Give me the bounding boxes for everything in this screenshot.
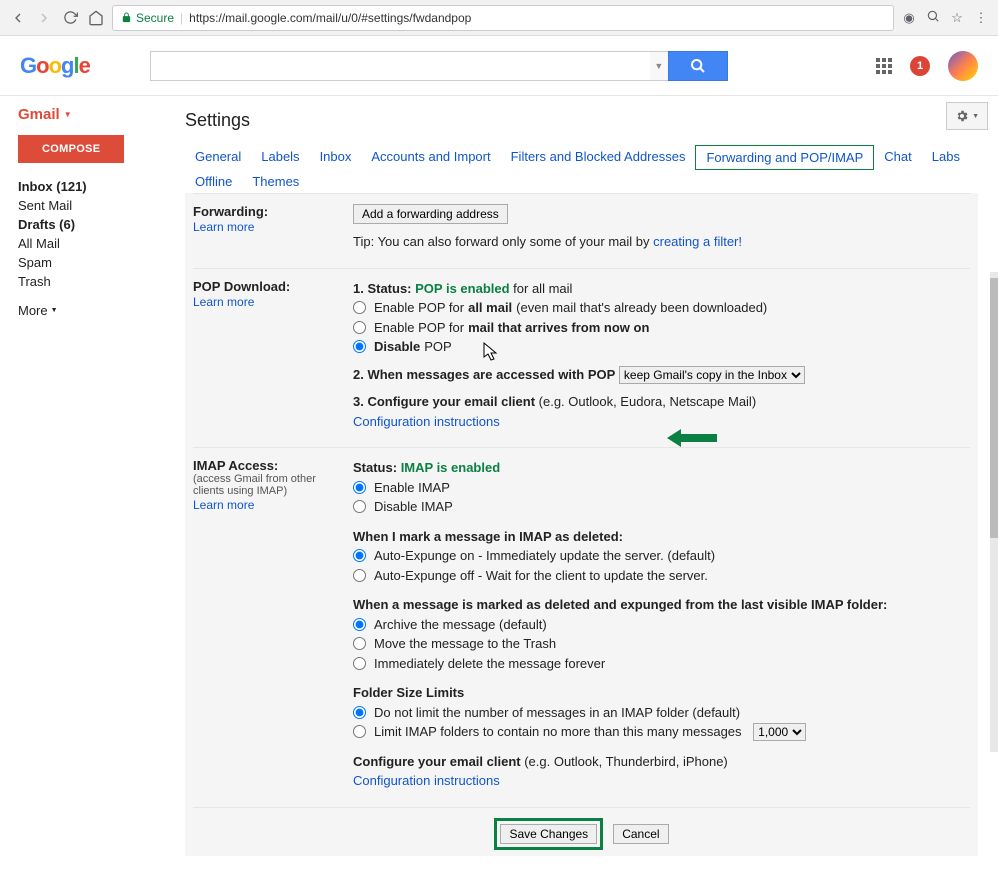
imap-radio-disable[interactable] [353, 500, 366, 513]
tab-general[interactable]: General [185, 145, 251, 170]
imap-title: IMAP Access: [193, 458, 339, 473]
search-button[interactable] [668, 51, 728, 81]
save-button[interactable]: Save Changes [500, 824, 597, 844]
star-icon[interactable]: ☆ [948, 10, 966, 26]
sidebar-item-spam[interactable]: Spam [18, 253, 165, 272]
sidebar-item-trash[interactable]: Trash [18, 272, 165, 291]
apps-icon[interactable] [876, 58, 892, 74]
imap-folder-heading: Folder Size Limits [353, 683, 970, 703]
tab-offline[interactable]: Offline [185, 170, 242, 193]
sidebar-nav: Inbox (121) Sent Mail Drafts (6) All Mai… [18, 177, 165, 291]
back-button[interactable] [8, 8, 28, 28]
forwarding-tip: Tip: You can also forward only some of y… [353, 234, 653, 249]
save-highlight: Save Changes [494, 818, 603, 850]
home-button[interactable] [86, 8, 106, 28]
imap-expunge-off[interactable] [353, 569, 366, 582]
sidebar: Gmail▼ COMPOSE Inbox (121) Sent Mail Dra… [0, 96, 165, 876]
tab-chat[interactable]: Chat [874, 145, 921, 170]
imap-radio-enable[interactable] [353, 481, 366, 494]
imap-exp-trash[interactable] [353, 637, 366, 650]
imap-subtitle: (access Gmail from other clients using I… [193, 473, 339, 497]
imap-expunge-heading: When a message is marked as deleted and … [353, 595, 970, 615]
sidebar-more[interactable]: More▼ [18, 303, 165, 318]
page-title: Settings [185, 110, 978, 131]
tab-labels[interactable]: Labels [251, 145, 309, 170]
sidebar-item-allmail[interactable]: All Mail [18, 234, 165, 253]
google-header: Google ▼ 1 [0, 36, 998, 96]
menu-icon[interactable]: ⋮ [972, 10, 990, 26]
search-input[interactable] [150, 51, 650, 81]
cancel-button[interactable]: Cancel [613, 824, 668, 844]
settings-tabs: General Labels Inbox Accounts and Import… [185, 145, 978, 193]
tab-labs[interactable]: Labs [922, 145, 970, 170]
pop-title: POP Download: [193, 279, 339, 294]
avatar[interactable] [948, 51, 978, 81]
notifications-badge[interactable]: 1 [910, 56, 930, 76]
secure-label: Secure [136, 11, 174, 25]
create-filter-link[interactable]: creating a filter! [653, 234, 742, 249]
sidebar-item-inbox[interactable]: Inbox (121) [18, 177, 165, 196]
imap-status: IMAP is enabled [401, 460, 500, 475]
url-text: https://mail.google.com/mail/u/0/#settin… [189, 11, 471, 25]
section-forwarding: Forwarding: Learn more Add a forwarding … [193, 193, 970, 268]
imap-folder-limit-select[interactable]: 1,000 [753, 723, 806, 741]
tab-themes[interactable]: Themes [242, 170, 309, 193]
pop-action-select[interactable]: keep Gmail's copy in the Inbox [619, 366, 805, 384]
pop-radio-new[interactable] [353, 321, 366, 334]
tab-filters[interactable]: Filters and Blocked Addresses [501, 145, 696, 170]
imap-learn-more[interactable]: Learn more [193, 498, 254, 512]
pop-config-link[interactable]: Configuration instructions [353, 414, 500, 429]
imap-expunge-on[interactable] [353, 549, 366, 562]
section-pop: POP Download: Learn more 1. Status: POP … [193, 268, 970, 448]
cursor-icon [483, 342, 499, 367]
eye-icon[interactable]: ◉ [900, 10, 918, 26]
gmail-dropdown[interactable]: Gmail▼ [18, 106, 165, 123]
pop-radio-all[interactable] [353, 301, 366, 314]
button-row: Save Changes Cancel [193, 807, 970, 856]
browser-toolbar: Secure | https://mail.google.com/mail/u/… [0, 0, 998, 36]
address-bar[interactable]: Secure | https://mail.google.com/mail/u/… [112, 5, 894, 31]
imap-deleted-heading: When I mark a message in IMAP as deleted… [353, 527, 970, 547]
tab-accounts[interactable]: Accounts and Import [361, 145, 500, 170]
scrollbar[interactable] [990, 272, 998, 752]
annotation-arrow-icon [667, 427, 717, 452]
compose-button[interactable]: COMPOSE [18, 135, 124, 163]
zoom-icon[interactable] [924, 9, 942, 26]
search-box: ▼ [150, 51, 728, 81]
imap-config-link[interactable]: Configuration instructions [353, 773, 500, 788]
pop-radio-disable[interactable] [353, 340, 366, 353]
imap-exp-archive[interactable] [353, 618, 366, 631]
tab-inbox[interactable]: Inbox [310, 145, 362, 170]
pop-learn-more[interactable]: Learn more [193, 295, 254, 309]
forward-button[interactable] [34, 8, 54, 28]
reload-button[interactable] [60, 8, 80, 28]
google-logo[interactable]: Google [20, 53, 90, 79]
tab-forwarding-pop-imap[interactable]: Forwarding and POP/IMAP [695, 145, 874, 170]
imap-folder-limit[interactable] [353, 725, 366, 738]
forwarding-title: Forwarding: [193, 204, 339, 219]
forwarding-learn-more[interactable]: Learn more [193, 220, 254, 234]
pop-status: POP is enabled [415, 281, 509, 296]
lock-icon: Secure [121, 11, 174, 25]
imap-folder-nolimit[interactable] [353, 706, 366, 719]
section-imap: IMAP Access: (access Gmail from other cl… [193, 447, 970, 807]
main-content: Settings ▼ General Labels Inbox Accounts… [165, 96, 998, 876]
sidebar-item-sent[interactable]: Sent Mail [18, 196, 165, 215]
add-forwarding-button[interactable]: Add a forwarding address [353, 204, 508, 224]
settings-gear-button[interactable]: ▼ [946, 102, 988, 130]
sidebar-item-drafts[interactable]: Drafts (6) [18, 215, 165, 234]
search-dropdown[interactable]: ▼ [650, 51, 668, 81]
